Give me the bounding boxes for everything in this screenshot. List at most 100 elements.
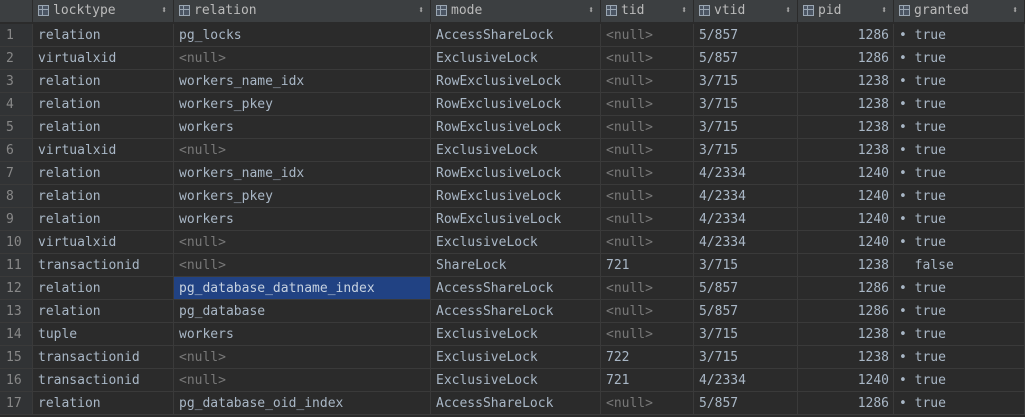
cell-vtid[interactable]: 5/857 [694,392,798,415]
cell-mode[interactable]: ExclusiveLock [431,323,601,346]
row-number[interactable]: 9 [0,208,33,231]
cell-mode[interactable]: AccessShareLock [431,277,601,300]
cell-mode[interactable]: AccessShareLock [431,300,601,323]
cell-vtid[interactable]: 3/715 [694,346,798,369]
column-header-vtid[interactable]: vtid ⬍ [694,0,798,22]
row-number[interactable]: 10 [0,231,33,254]
cell-granted[interactable]: • true [894,323,1025,346]
cell-relation[interactable]: workers_pkey [174,93,431,116]
cell-relation[interactable]: <null> [174,231,431,254]
cell-pid[interactable]: 1240 [798,231,894,254]
cell-pid[interactable]: 1240 [798,185,894,208]
cell-tid[interactable]: <null> [601,139,694,162]
cell-tid[interactable]: <null> [601,392,694,415]
cell-locktype[interactable]: transactionid [33,346,174,369]
cell-tid[interactable]: 721 [601,369,694,392]
cell-relation[interactable]: pg_database_oid_index [174,392,431,415]
cell-tid[interactable]: <null> [601,185,694,208]
column-header-pid[interactable]: pid ⬍ [798,0,894,22]
sort-icon[interactable]: ⬍ [161,0,167,22]
cell-mode[interactable]: RowExclusiveLock [431,93,601,116]
cell-mode[interactable]: AccessShareLock [431,24,601,47]
cell-locktype[interactable]: virtualxid [33,139,174,162]
cell-locktype[interactable]: relation [33,70,174,93]
cell-locktype[interactable]: relation [33,116,174,139]
cell-relation[interactable]: pg_locks [174,24,431,47]
cell-locktype[interactable]: relation [33,300,174,323]
cell-granted[interactable]: • true [894,208,1025,231]
cell-relation[interactable]: <null> [174,254,431,277]
cell-locktype[interactable]: relation [33,93,174,116]
cell-granted[interactable]: • true [894,185,1025,208]
sort-icon[interactable]: ⬍ [588,0,594,22]
cell-mode[interactable]: ExclusiveLock [431,369,601,392]
row-number[interactable]: 12 [0,277,33,300]
cell-locktype[interactable]: relation [33,208,174,231]
cell-pid[interactable]: 1238 [798,70,894,93]
cell-relation[interactable]: workers [174,116,431,139]
cell-mode[interactable]: ExclusiveLock [431,139,601,162]
row-number[interactable]: 5 [0,116,33,139]
cell-tid[interactable]: <null> [601,70,694,93]
cell-vtid[interactable]: 4/2334 [694,185,798,208]
cell-locktype[interactable]: virtualxid [33,47,174,70]
cell-relation[interactable]: <null> [174,47,431,70]
cell-tid[interactable]: <null> [601,323,694,346]
cell-locktype[interactable]: tuple [33,323,174,346]
cell-relation[interactable]: workers_name_idx [174,70,431,93]
row-number[interactable]: 17 [0,392,33,415]
cell-pid[interactable]: 1238 [798,139,894,162]
cell-granted[interactable]: • true [894,162,1025,185]
cell-mode[interactable]: RowExclusiveLock [431,162,601,185]
cell-mode[interactable]: AccessShareLock [431,392,601,415]
cell-granted[interactable]: • true [894,139,1025,162]
cell-locktype[interactable]: transactionid [33,254,174,277]
cell-vtid[interactable]: 5/857 [694,277,798,300]
row-number[interactable]: 11 [0,254,33,277]
row-number[interactable]: 13 [0,300,33,323]
cell-vtid[interactable]: 3/715 [694,116,798,139]
row-number[interactable]: 3 [0,70,33,93]
cell-vtid[interactable]: 4/2334 [694,162,798,185]
cell-locktype[interactable]: relation [33,162,174,185]
cell-tid[interactable]: <null> [601,116,694,139]
cell-pid[interactable]: 1238 [798,323,894,346]
cell-granted[interactable]: • true [894,277,1025,300]
results-grid[interactable]: locktype ⬍ relation ⬍ mode ⬍ tid ⬍ vtid ⬍ pid ⬍ gran… [0,0,1025,417]
cell-granted[interactable]: • true [894,392,1025,415]
cell-pid[interactable]: 1286 [798,392,894,415]
column-header-tid[interactable]: tid ⬍ [601,0,694,22]
cell-relation[interactable]: workers_pkey [174,185,431,208]
cell-mode[interactable]: ShareLock [431,254,601,277]
cell-locktype[interactable]: relation [33,24,174,47]
cell-pid[interactable]: 1240 [798,208,894,231]
cell-granted[interactable]: • true [894,346,1025,369]
cell-vtid[interactable]: 3/715 [694,139,798,162]
sort-icon[interactable]: ⬍ [1012,0,1018,22]
cell-tid[interactable]: <null> [601,300,694,323]
cell-vtid[interactable]: 3/715 [694,254,798,277]
sort-icon[interactable]: ⬍ [785,0,791,22]
cell-pid[interactable]: 1238 [798,346,894,369]
cell-tid[interactable]: 722 [601,346,694,369]
cell-granted[interactable]: • true [894,116,1025,139]
cell-tid[interactable]: <null> [601,93,694,116]
cell-locktype[interactable]: virtualxid [33,231,174,254]
cell-tid[interactable]: <null> [601,47,694,70]
cell-vtid[interactable]: 5/857 [694,47,798,70]
row-number[interactable]: 15 [0,346,33,369]
cell-pid[interactable]: 1286 [798,277,894,300]
cell-pid[interactable]: 1238 [798,116,894,139]
cell-pid[interactable]: 1286 [798,24,894,47]
cell-granted[interactable]: • true [894,93,1025,116]
cell-relation[interactable]: <null> [174,369,431,392]
cell-relation[interactable]: workers [174,323,431,346]
cell-mode[interactable]: ExclusiveLock [431,231,601,254]
row-number[interactable]: 1 [0,24,33,47]
cell-vtid[interactable]: 4/2334 [694,369,798,392]
cell-pid[interactable]: 1238 [798,93,894,116]
column-header-granted[interactable]: granted ⬍ [894,0,1025,22]
column-header-locktype[interactable]: locktype ⬍ [33,0,174,22]
row-number[interactable]: 4 [0,93,33,116]
cell-locktype[interactable]: relation [33,185,174,208]
